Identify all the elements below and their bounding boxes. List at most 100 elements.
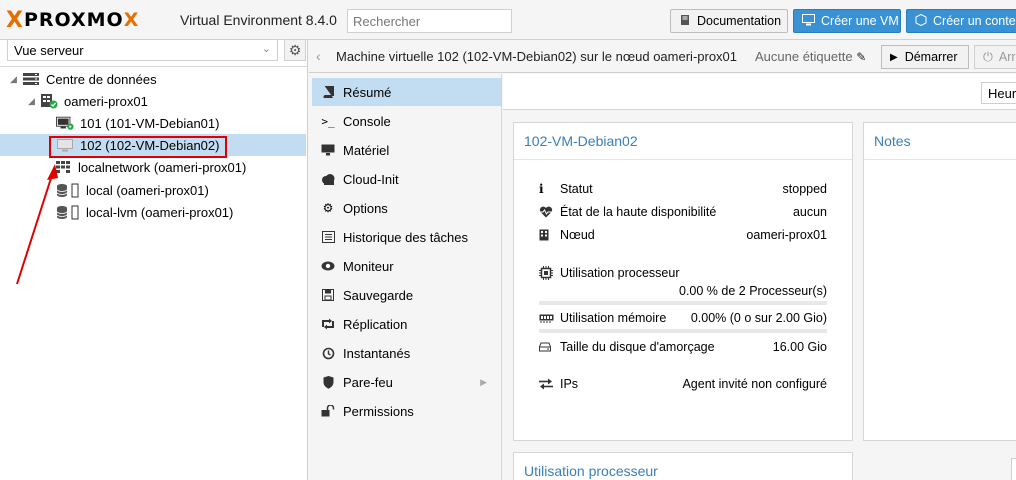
tree-item-label: 101 (101-VM-Debian01) [80,115,220,131]
tags-editor[interactable]: Aucune étiquette ✎ [755,49,866,64]
menu-item-replication[interactable]: Réplication [312,310,501,338]
documentation-label: Documentation [697,14,782,28]
create-vm-button[interactable]: Créer une VM [793,9,901,33]
tags-label: Aucune étiquette [755,49,853,64]
gear-icon: ⚙ [288,41,302,58]
collapse-toggle-icon[interactable]: ◢ [10,74,22,85]
info-icon: i [539,182,544,196]
panel-title: Notes [874,133,911,149]
shutdown-label: Arrêter [998,50,1016,64]
row-value: Agent invité non configuré [682,377,827,391]
server-rack-icon [22,73,40,85]
hdd-icon [539,342,555,352]
create-container-label: Créer un conteneur [933,14,1016,28]
status-row: i Statut stopped [539,180,827,198]
timeframe-value: Heure [988,85,1016,101]
tree-item-storage-lvm[interactable]: local-lvm (oameri-prox01) [56,201,233,223]
ips-row: IPs Agent invité non configuré [539,375,827,393]
cpu-chip-icon [539,266,555,280]
pencil-icon[interactable]: ✎ [856,50,866,64]
summary-toolbar [503,74,1016,110]
chart-control[interactable] [1011,458,1016,480]
menu-item-label: Console [343,113,391,129]
row-value: 0.00% (0 o sur 2.00 Gio) [690,311,827,325]
collapse-chevron-icon[interactable]: ‹ [316,48,321,64]
start-label: Démarrer [904,50,958,64]
menu-item-monitor[interactable]: Moniteur [312,252,501,280]
book-icon [320,86,336,98]
create-container-button[interactable]: Créer un conteneur [906,9,1016,33]
row-value: stopped [782,182,827,196]
terminal-icon: >_ [321,114,335,128]
node-online-icon [40,93,58,109]
tree-item-label: local (oameri-prox01) [86,182,209,198]
menu-item-label: Réplication [343,316,408,332]
view-selector[interactable]: Vue serveur ⌄ [7,39,278,61]
tree-item-network[interactable]: localnetwork (oameri-prox01) [54,156,246,178]
tree-item-datacenter[interactable]: ◢ Centre de données [10,68,157,90]
divider [0,66,308,67]
menu-item-console[interactable]: >_ Console [312,107,501,135]
cpu-usage-row: Utilisation processeur [539,264,827,282]
menu-item-backup[interactable]: Sauvegarde [312,281,501,309]
submenu-arrow-icon: ▶ [480,376,487,387]
menu-item-hardware[interactable]: Matériel [312,136,501,164]
timeframe-selector[interactable]: Heure [981,82,1016,104]
menu-item-snapshots[interactable]: Instantanés [312,339,501,367]
cloud-icon [320,173,336,185]
tree-item-node[interactable]: ◢ oameri-prox01 [28,90,148,112]
shutdown-button[interactable]: ⏻ Arrêter [974,45,1016,69]
power-icon: ⏻ [983,49,993,64]
row-label: IPs [560,377,579,391]
cpu-usage-bar [539,301,827,305]
menu-item-label: Moniteur [343,258,394,274]
gear-icon: ⚙ [322,201,334,215]
menu-item-options[interactable]: ⚙ Options [312,194,501,222]
menu-item-label: Historique des tâches [343,229,469,245]
logo-x-end: X [123,9,140,31]
menu-item-summary[interactable]: Résumé [312,78,501,106]
menu-item-label: Matériel [343,142,390,158]
panel-title: 102-VM-Debian02 [524,133,638,149]
tree-item-label: Centre de données [46,71,157,87]
eye-icon [320,261,336,271]
menu-item-permissions[interactable]: Permissions [312,397,501,425]
collapse-toggle-icon[interactable]: ◢ [28,96,40,107]
monitor-icon [802,13,815,29]
menu-item-cloud-init[interactable]: Cloud-Init [312,165,501,193]
node-row: Nœud oameri-prox01 [539,226,827,244]
search-input[interactable] [347,9,512,33]
cube-icon [915,13,927,29]
proxmox-logo: X PROXMO X [6,8,140,33]
row-label: Taille du disque d'amorçage [560,340,715,354]
history-icon [320,347,336,360]
cpu-usage-value-row: 0.00 % de 2 Processeur(s) [539,282,827,300]
vm-running-icon [56,116,74,131]
building-icon [539,229,555,241]
row-label: Utilisation mémoire [560,311,667,325]
menu-item-firewall[interactable]: Pare-feu ▶ [312,368,501,396]
list-icon [320,231,336,243]
shield-icon [320,375,336,389]
row-label: Statut [560,182,593,196]
row-value: oameri-prox01 [746,228,827,242]
menu-item-label: Cloud-Init [343,171,399,187]
view-selector-value: Vue serveur [14,42,84,58]
start-button[interactable]: ▶ Démarrer [881,45,969,69]
memory-usage-row: Utilisation mémoire 0.00% (0 o sur 2.00 … [539,309,827,327]
menu-item-label: Pare-feu [343,374,393,390]
menu-item-label: Options [343,200,388,216]
menu-item-label: Permissions [343,403,414,419]
row-value: aucun [792,205,827,219]
unlock-icon [320,405,336,417]
documentation-button[interactable]: Documentation [670,9,788,33]
tree-item-label: oameri-prox01 [64,93,148,109]
row-label: État de la haute disponibilité [560,205,717,219]
create-vm-label: Créer une VM [821,14,899,28]
menu-item-task-history[interactable]: Historique des tâches [312,223,501,251]
tree-item-vm-101[interactable]: 101 (101-VM-Debian01) [56,112,219,134]
cpu-chart-panel: Utilisation processeur [513,452,853,480]
tree-settings-button[interactable]: ⚙ [284,39,306,61]
play-icon: ▶ [890,51,898,63]
floppy-icon [320,289,336,301]
